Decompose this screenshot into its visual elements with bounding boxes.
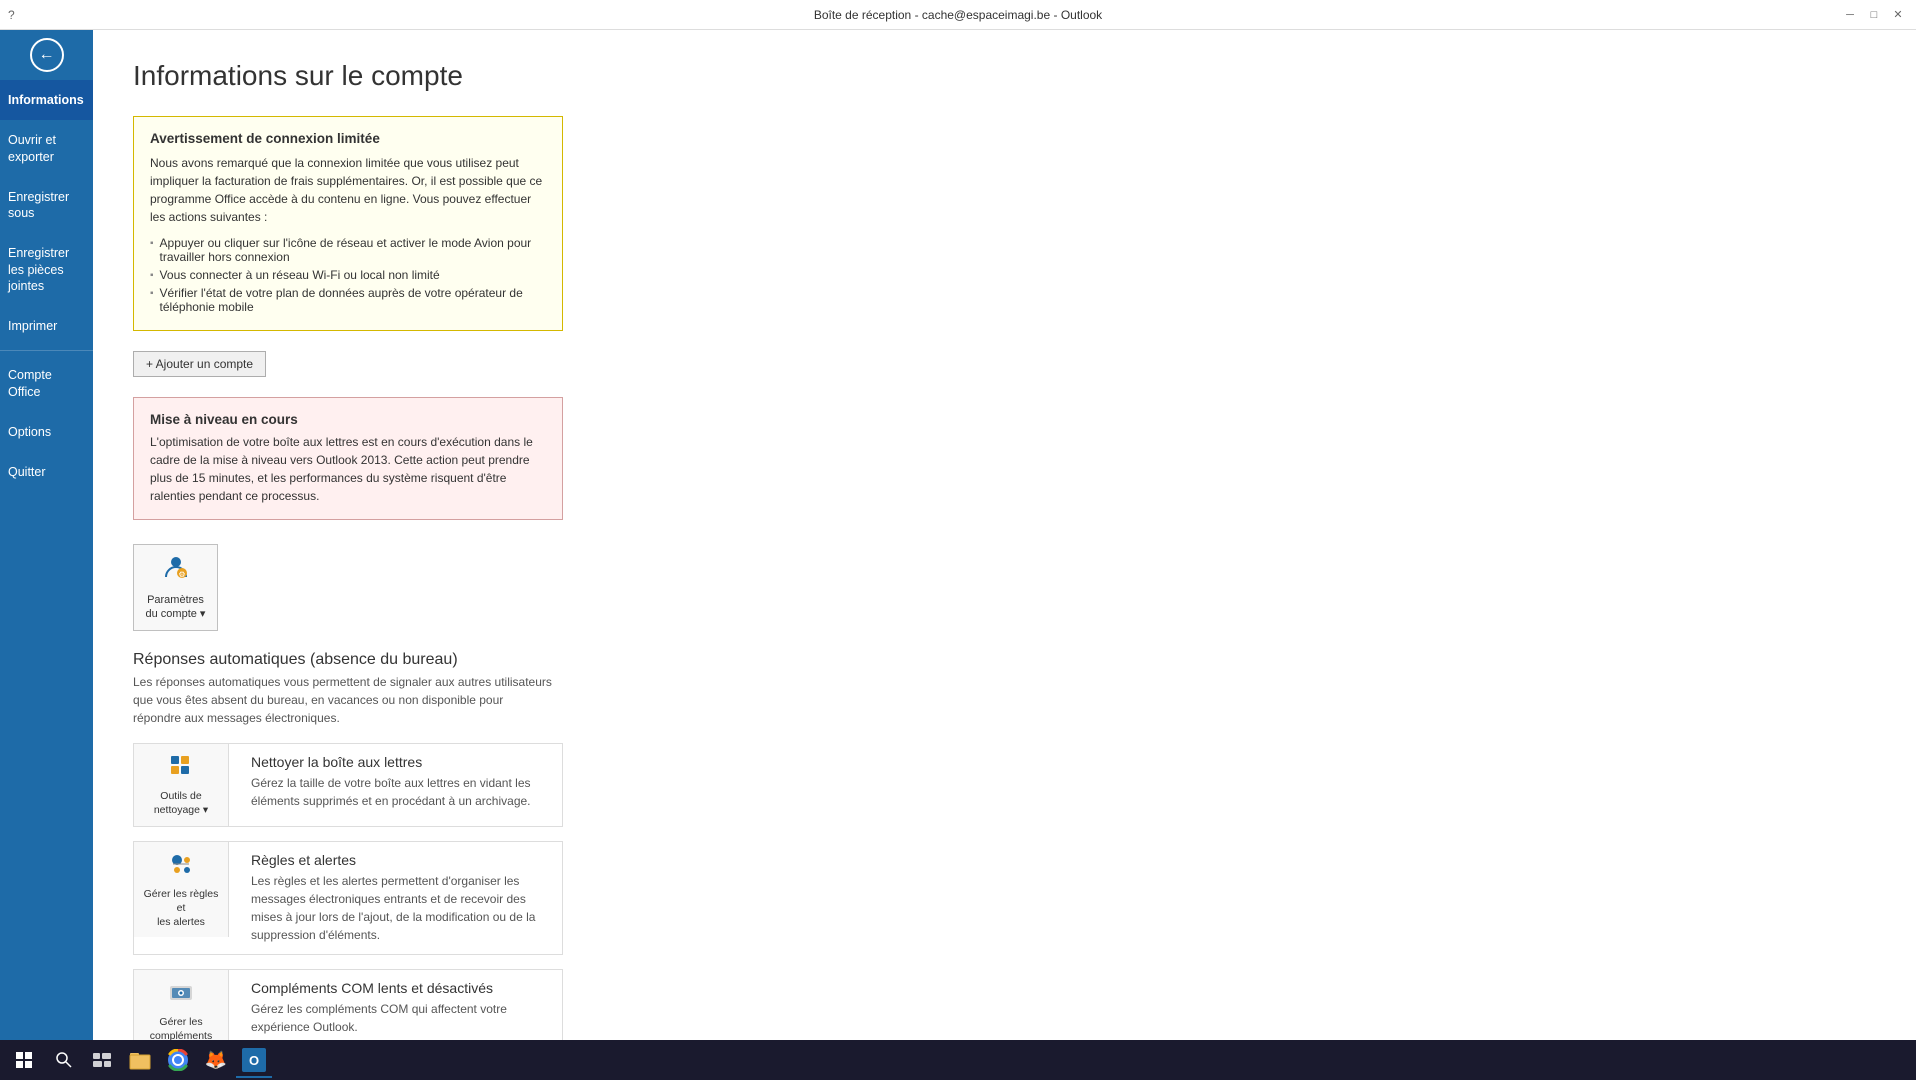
windows-icon (16, 1052, 32, 1068)
regles-label: Gérer les règles etles alertes (138, 888, 224, 929)
nettoyage-icon (167, 752, 195, 788)
warning-item-3: Vérifier l'état de votre plan de données… (150, 284, 546, 316)
page-title: Informations sur le compte (133, 60, 1876, 92)
com-desc: Gérez les compléments COM qui affectent … (251, 1000, 552, 1036)
tool-section-nettoyage: Outils denettoyage ▾ Nettoyer la boîte a… (133, 743, 563, 827)
sidebar: ← Informations Ouvrir et exporter Enregi… (0, 30, 93, 1080)
warning-title: Avertissement de connexion limitée (150, 131, 546, 146)
sidebar-item-ouvrir[interactable]: Ouvrir et exporter (0, 120, 93, 177)
accounts-row: ⚙ Paramètresdu compte ▾ (133, 544, 1876, 631)
com-text: Compléments COM lents et désactivés Gére… (241, 970, 562, 1046)
app-container: ← Informations Ouvrir et exporter Enregi… (0, 0, 1916, 1080)
help-icon[interactable]: ? (8, 8, 15, 22)
sidebar-item-options[interactable]: Options (0, 412, 93, 452)
account-icon: ⚙ (162, 553, 190, 589)
warning-item-2: Vous connecter à un réseau Wi-Fi ou loca… (150, 266, 546, 284)
warning-list: Appuyer ou cliquer sur l'icône de réseau… (150, 234, 546, 316)
taskbar-app-outlook[interactable]: O (236, 1042, 272, 1078)
taskbar: 🦊 O (0, 1040, 1916, 1080)
sidebar-item-quitter[interactable]: Quitter (0, 452, 93, 492)
sidebar-item-enregistrer-sous[interactable]: Enregistrer sous (0, 177, 93, 234)
svg-text:⚙: ⚙ (178, 570, 185, 579)
warning-text: Nous avons remarqué que la connexion lim… (150, 154, 546, 226)
titlebar: ? Boîte de réception - cache@espaceimagi… (0, 0, 1916, 30)
warning-box: Avertissement de connexion limitée Nous … (133, 116, 563, 331)
titlebar-title: Boîte de réception - cache@espaceimagi.b… (814, 8, 1102, 22)
regles-icon (167, 850, 195, 886)
nettoyage-title: Nettoyer la boîte aux lettres (251, 754, 552, 770)
account-params-label: Paramètresdu compte ▾ (146, 593, 206, 622)
add-account-button[interactable]: + Ajouter un compte (133, 351, 266, 377)
minimize-button[interactable]: ─ (1840, 5, 1860, 25)
sidebar-item-compte-office[interactable]: Compte Office (0, 355, 93, 412)
taskbar-app-explorer[interactable] (122, 1042, 158, 1078)
warning-item-1: Appuyer ou cliquer sur l'icône de réseau… (150, 234, 546, 266)
absence-desc: Les réponses automatiques vous permetten… (133, 673, 553, 727)
content-area: Informations sur le compte Avertissement… (93, 30, 1916, 1080)
com-title: Compléments COM lents et désactivés (251, 980, 552, 996)
search-button[interactable] (46, 1042, 82, 1078)
com-icon (167, 978, 195, 1014)
start-button[interactable] (4, 1040, 44, 1080)
regles-title: Règles et alertes (251, 852, 552, 868)
regles-button[interactable]: Gérer les règles etles alertes (134, 842, 229, 938)
task-view-button[interactable] (84, 1042, 120, 1078)
upgrade-title: Mise à niveau en cours (150, 412, 546, 427)
nettoyage-text: Nettoyer la boîte aux lettres Gérez la t… (241, 744, 562, 820)
taskbar-app-chrome[interactable] (160, 1042, 196, 1078)
absence-section: Réponses automatiques (absence du bureau… (133, 651, 1876, 727)
sidebar-item-imprimer[interactable]: Imprimer (0, 306, 93, 346)
absence-title: Réponses automatiques (absence du bureau… (133, 651, 1876, 669)
close-button[interactable]: ✕ (1888, 5, 1908, 25)
back-circle-icon: ← (30, 38, 64, 72)
tool-section-regles: Gérer les règles etles alertes Règles et… (133, 841, 563, 955)
window-controls: ─ □ ✕ (1840, 5, 1908, 25)
sidebar-item-informations[interactable]: Informations (0, 80, 93, 120)
taskbar-app-firefox[interactable]: 🦊 (198, 1042, 234, 1078)
nettoyage-button[interactable]: Outils denettoyage ▾ (134, 744, 229, 826)
maximize-button[interactable]: □ (1864, 5, 1884, 25)
upgrade-box: Mise à niveau en cours L'optimisation de… (133, 397, 563, 520)
nettoyage-desc: Gérez la taille de votre boîte aux lettr… (251, 774, 552, 810)
upgrade-text: L'optimisation de votre boîte aux lettre… (150, 433, 546, 505)
regles-desc: Les règles et les alertes permettent d'o… (251, 872, 552, 944)
account-params-button[interactable]: ⚙ Paramètresdu compte ▾ (133, 544, 218, 631)
back-button[interactable]: ← (0, 30, 93, 80)
regles-text: Règles et alertes Les règles et les aler… (241, 842, 562, 954)
sidebar-item-enregistrer-pj[interactable]: Enregistrer les pièces jointes (0, 233, 93, 306)
sidebar-divider (0, 350, 93, 351)
nettoyage-label: Outils denettoyage ▾ (154, 790, 208, 817)
